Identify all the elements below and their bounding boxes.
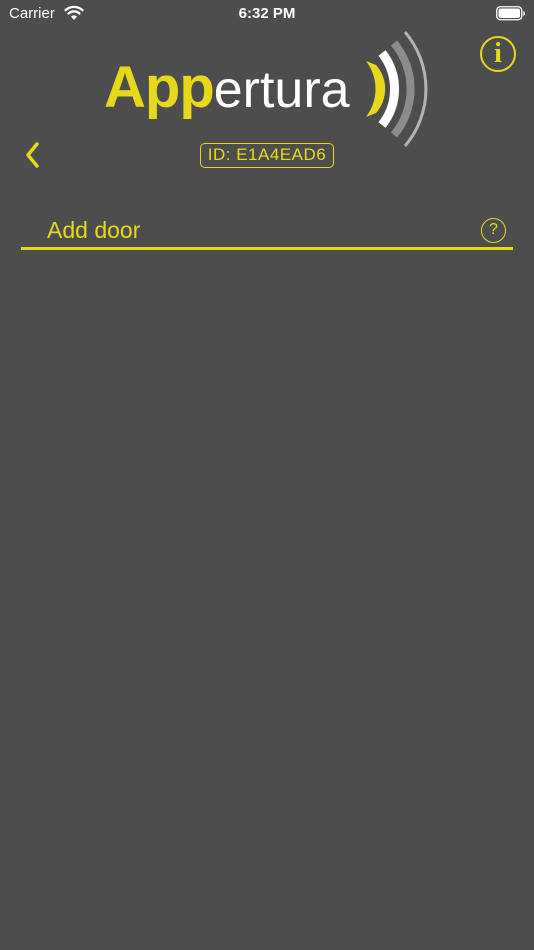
add-door-row[interactable]: Add door ? bbox=[21, 210, 513, 250]
help-button[interactable]: ? bbox=[481, 218, 506, 243]
back-button[interactable] bbox=[22, 140, 46, 170]
info-button[interactable]: i bbox=[480, 36, 516, 72]
logo-text-app: App bbox=[104, 55, 215, 120]
logo-text-ertura: ertura bbox=[213, 61, 350, 119]
clock: 6:32 PM bbox=[238, 5, 296, 22]
add-door-label: Add door bbox=[47, 217, 141, 243]
app-logo: Appertura bbox=[104, 54, 350, 120]
chevron-left-icon bbox=[26, 142, 39, 168]
status-bar: Carrier 6:32 PM bbox=[0, 0, 534, 28]
device-id-badge: ID: E1A4EAD6 bbox=[200, 143, 334, 168]
signal-waves-icon bbox=[356, 28, 436, 157]
battery-full-icon bbox=[496, 6, 526, 26]
